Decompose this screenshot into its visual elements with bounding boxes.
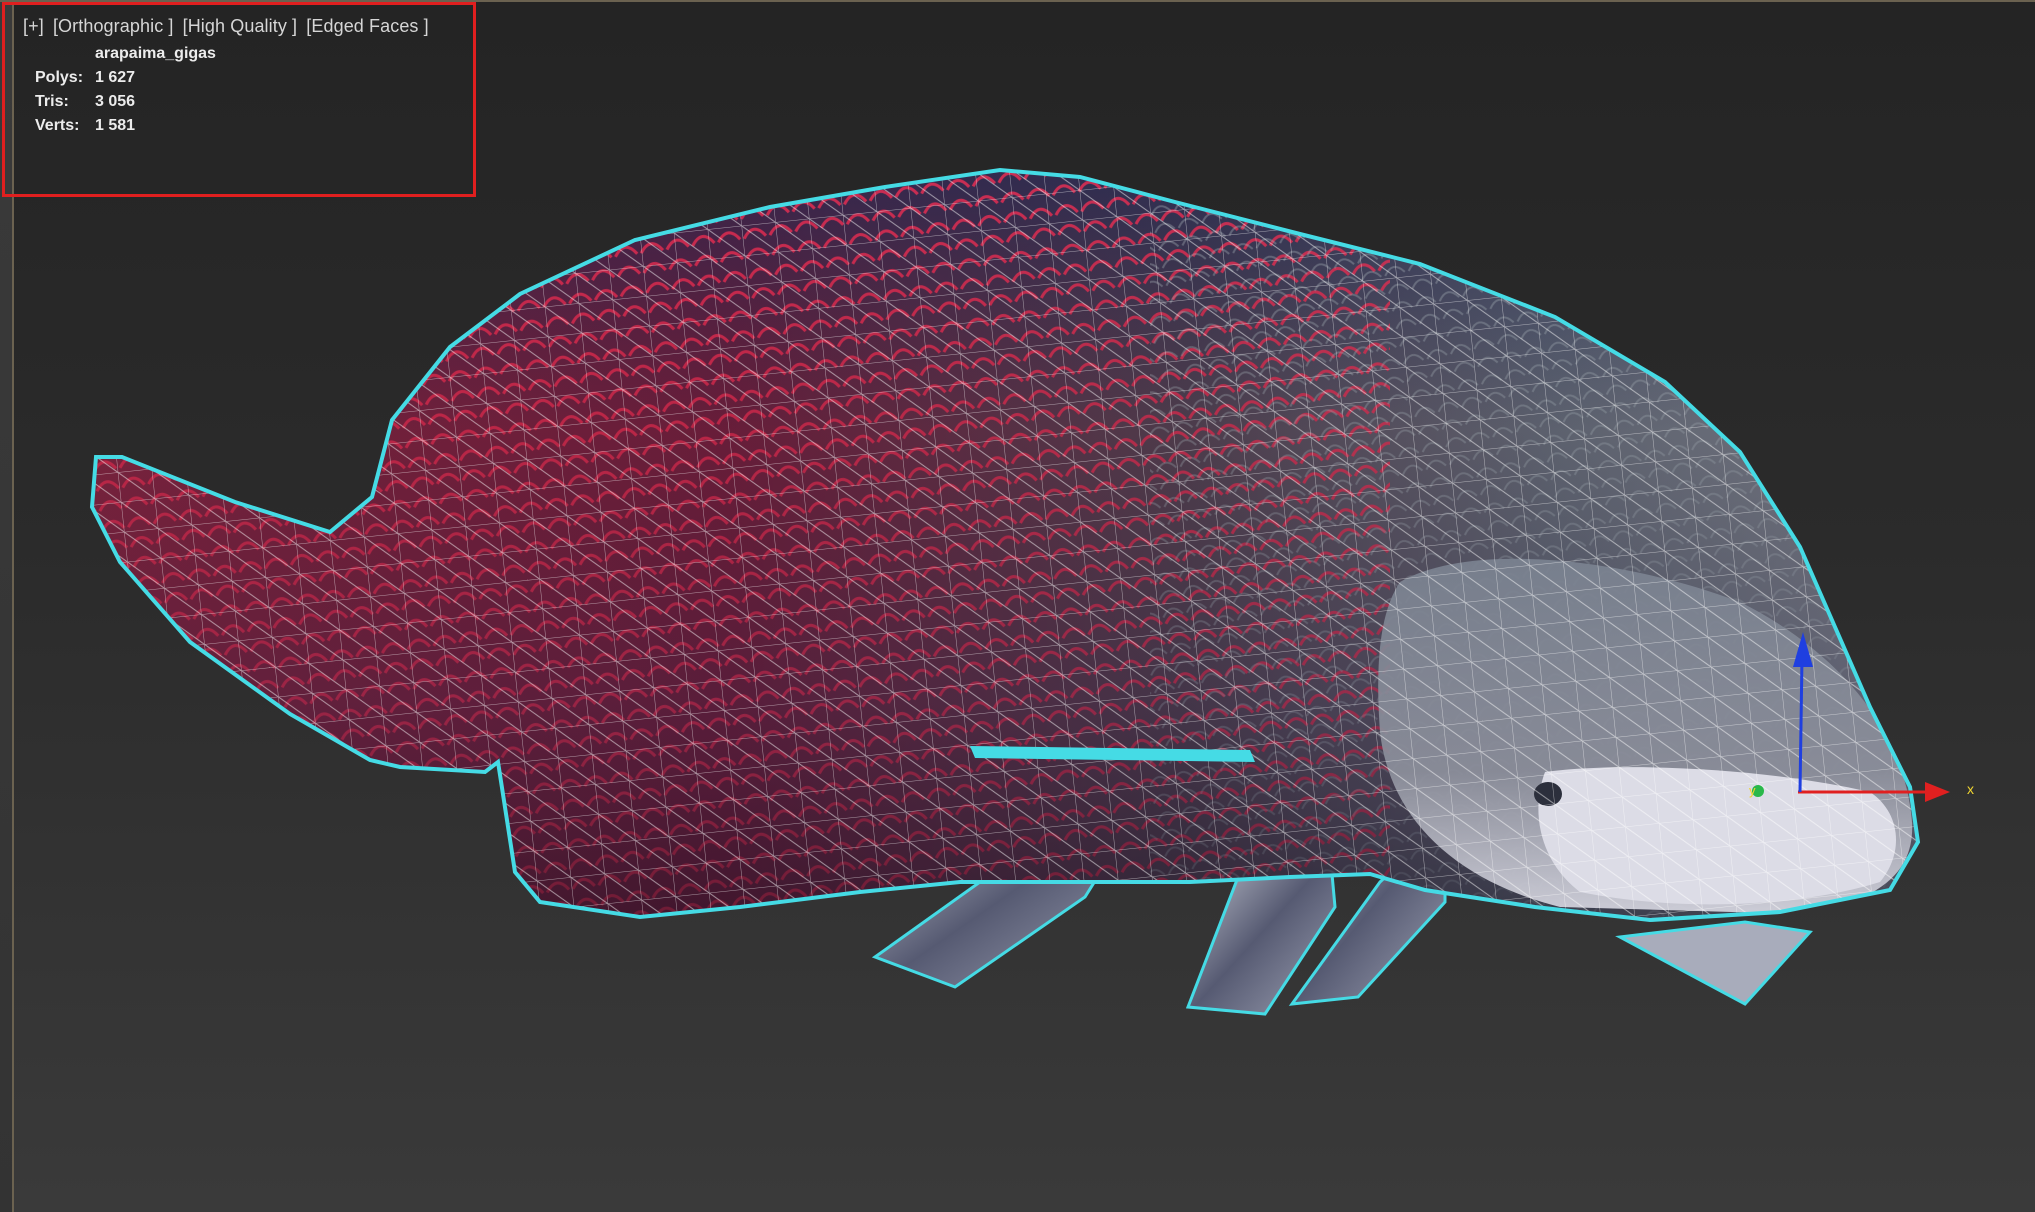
stat-tris-label: Tris: [35,93,69,110]
jaw-fin [1615,920,1813,1006]
stat-verts-value: 1 581 [95,117,136,134]
stat-tris-value: 3 056 [95,93,136,110]
gizmo-y-label: y [1749,783,1756,798]
stat-verts-label: Verts: [35,117,80,134]
stat-polys-label: Polys: [35,69,84,86]
viewport-orthographic[interactable]: [+] [Orthographic ] [High Quality ] [Edg… [0,0,2035,1212]
gizmo-x-label: x [1967,781,1974,797]
object-name: arapaima_gigas [95,45,216,62]
stats-highlight-box [2,2,476,197]
stat-polys-value: 1 627 [95,69,136,86]
